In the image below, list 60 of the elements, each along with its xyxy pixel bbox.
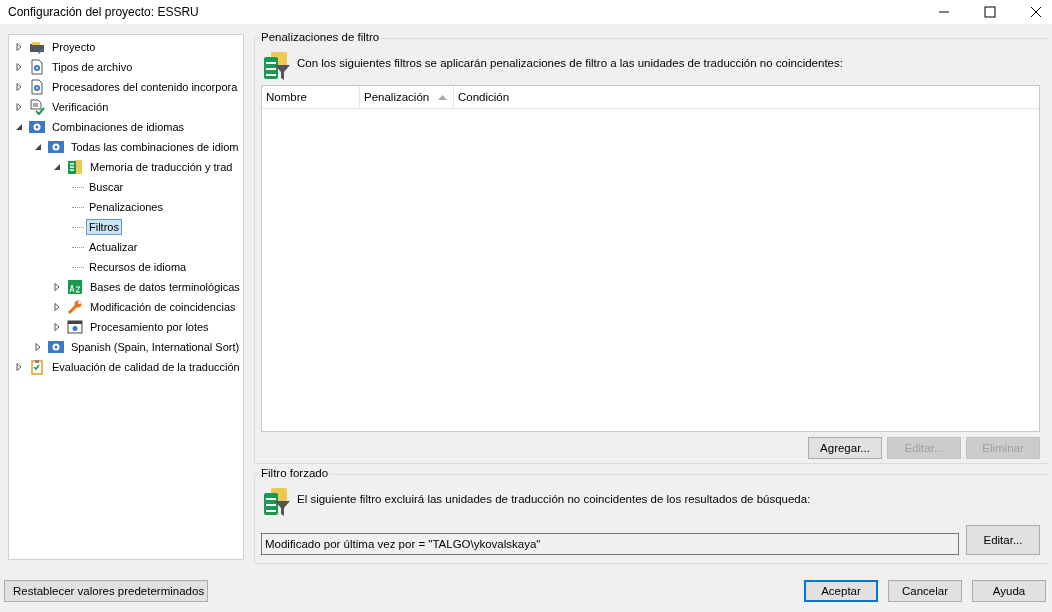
language-icon [48,141,64,153]
window-title: Configuración del proyecto: ESSRU [8,5,199,19]
description-text: Con los siguientes filtros se aplicarán penalizaciones de filtro a las unidades de traducción no coincidentes: [297,57,843,69]
tree-item[interactable]: Recursos de idioma [86,259,190,275]
tree-item[interactable]: Actualizar [86,239,141,255]
termbase-icon [67,279,83,295]
action-button[interactable]: Agregar... [808,437,882,459]
wrench-icon [67,299,83,315]
close-icon[interactable] [1030,6,1042,18]
checked-document-icon [29,99,45,115]
tree-item[interactable]: Evaluación de calidad de la traducción [49,359,243,375]
column-header[interactable]: Nombre [262,86,360,108]
tree-item[interactable]: Penalizaciones [86,199,166,215]
language-icon [48,341,64,353]
maximize-icon[interactable] [984,6,996,18]
filter-database-icon [263,487,291,517]
expand-arrow-icon[interactable] [53,323,61,331]
filter-database-icon [263,51,291,81]
expand-arrow-icon[interactable] [34,343,42,351]
language-icon [29,121,45,133]
gear-window-icon [67,319,83,335]
collapse-arrow-icon[interactable] [15,123,23,131]
collapse-arrow-icon[interactable] [53,163,61,171]
tree-item[interactable]: Tipos de archivo [49,59,136,75]
tree-item[interactable]: Filtros [86,219,122,235]
filter-field[interactable]: Modificado por última vez por = "TALGO\ykovalskaya" [261,533,959,555]
tree-item[interactable]: Bases de datos terminológicas [87,279,243,295]
clipboard-icon [29,359,45,375]
dialog-button[interactable]: Aceptar [804,580,878,602]
group-title: Penalizaciones de filtro [259,31,382,43]
dialog-button[interactable]: Ayuda [972,580,1046,602]
tree-item[interactable]: Modificación de coincidencias [87,299,239,315]
tree-item[interactable]: Memoria de traducción y trad [87,159,236,175]
expand-arrow-icon[interactable] [15,103,23,111]
expand-arrow-icon[interactable] [53,283,61,291]
tree-item[interactable]: Buscar [86,179,127,195]
gear-document-icon [29,59,45,75]
column-header[interactable]: Condición [454,86,1039,108]
memory-icon [67,159,83,175]
dialog-button[interactable]: Cancelar [888,580,962,602]
edit-button[interactable]: Editar... [966,525,1040,555]
tree-item[interactable]: Verificación [49,99,112,115]
tree-item[interactable]: Todas las combinaciones de idiom [68,139,242,155]
description-text: El siguiente filtro excluirá las unidades de traducción no coincidentes de los resultados de búsqueda: [297,493,811,505]
expand-arrow-icon[interactable] [15,363,23,371]
tree-item[interactable]: Proyecto [49,39,99,55]
tree-item[interactable]: Combinaciones de idiomas [49,119,188,135]
tree-item[interactable]: Spanish (Spain, International Sort) [68,339,243,355]
tree-item[interactable]: Procesamiento por lotes [87,319,212,335]
expand-arrow-icon[interactable] [15,43,23,51]
tree-item[interactable]: Procesadores del contenido incorpora [49,79,241,95]
expand-arrow-icon[interactable] [15,63,23,71]
expand-arrow-icon[interactable] [15,83,23,91]
group-title: Filtro forzado [259,467,331,479]
reset-button[interactable]: Restablecer valores predeterminados [4,580,208,602]
column-header[interactable]: Penalización [360,86,454,108]
expand-arrow-icon[interactable] [53,303,61,311]
gear-document-icon [29,79,45,95]
collapse-arrow-icon[interactable] [34,143,42,151]
folder-icon [29,39,45,55]
